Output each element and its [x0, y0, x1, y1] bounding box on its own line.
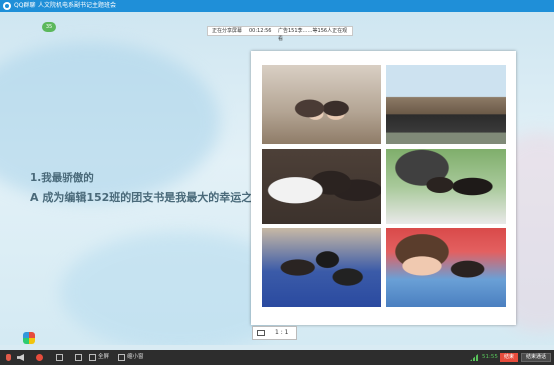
speaker-icon[interactable]	[17, 354, 24, 361]
zoom-ratio: 1 : 1	[275, 329, 289, 336]
share-status: 正在分享屏幕	[212, 28, 243, 34]
bottom-toolbar: 全屏 缩小窗 51:55 结束 结束通话	[0, 350, 554, 365]
mini-window-icon[interactable]	[118, 354, 125, 361]
fullscreen-button[interactable]: 全屏	[98, 350, 109, 365]
room-name: 人文院机电系副书记主题班会	[38, 2, 117, 9]
whiteboard-icon[interactable]	[75, 354, 82, 361]
color-palette-icon[interactable]	[23, 332, 35, 344]
end-call-button[interactable]: 结束通话	[521, 353, 551, 362]
group-photo	[386, 65, 506, 144]
group-photo	[262, 228, 381, 307]
signal-strength-icon	[470, 354, 478, 361]
group-photo	[262, 149, 381, 224]
slide-subline: A 成为编辑152班的团支书是我最大的幸运之一	[30, 191, 264, 204]
mini-window-button[interactable]: 缩小窗	[127, 350, 144, 365]
fit-page-icon[interactable]	[257, 330, 265, 336]
screen-share-status-bar: 正在分享屏幕 00:12:56 广告151李……等156人正在观看	[207, 26, 353, 42]
record-icon[interactable]	[36, 354, 43, 361]
group-photo	[386, 228, 506, 307]
app-name: QQ群聊	[14, 2, 36, 9]
share-duration: 00:12:56	[249, 28, 272, 34]
end-button[interactable]: 结束	[500, 353, 518, 362]
share-viewers: 广告151李……等156人正在观看	[278, 28, 348, 42]
microphone-icon[interactable]	[6, 354, 11, 361]
slide-heading: 1.我最骄傲的	[30, 172, 94, 184]
zoom-control[interactable]: 1 : 1	[252, 326, 297, 340]
photo-collage	[251, 51, 516, 325]
screen-share-icon[interactable]	[56, 354, 63, 361]
window-title-bar: QQ群聊 人文院机电系副书记主题班会	[0, 0, 554, 12]
count-bubble: 35	[42, 22, 56, 32]
group-photo	[386, 149, 506, 224]
group-photo	[262, 65, 381, 144]
call-timer: 51:55	[482, 354, 498, 360]
fullscreen-icon[interactable]	[89, 354, 96, 361]
app-logo-icon	[3, 2, 11, 10]
